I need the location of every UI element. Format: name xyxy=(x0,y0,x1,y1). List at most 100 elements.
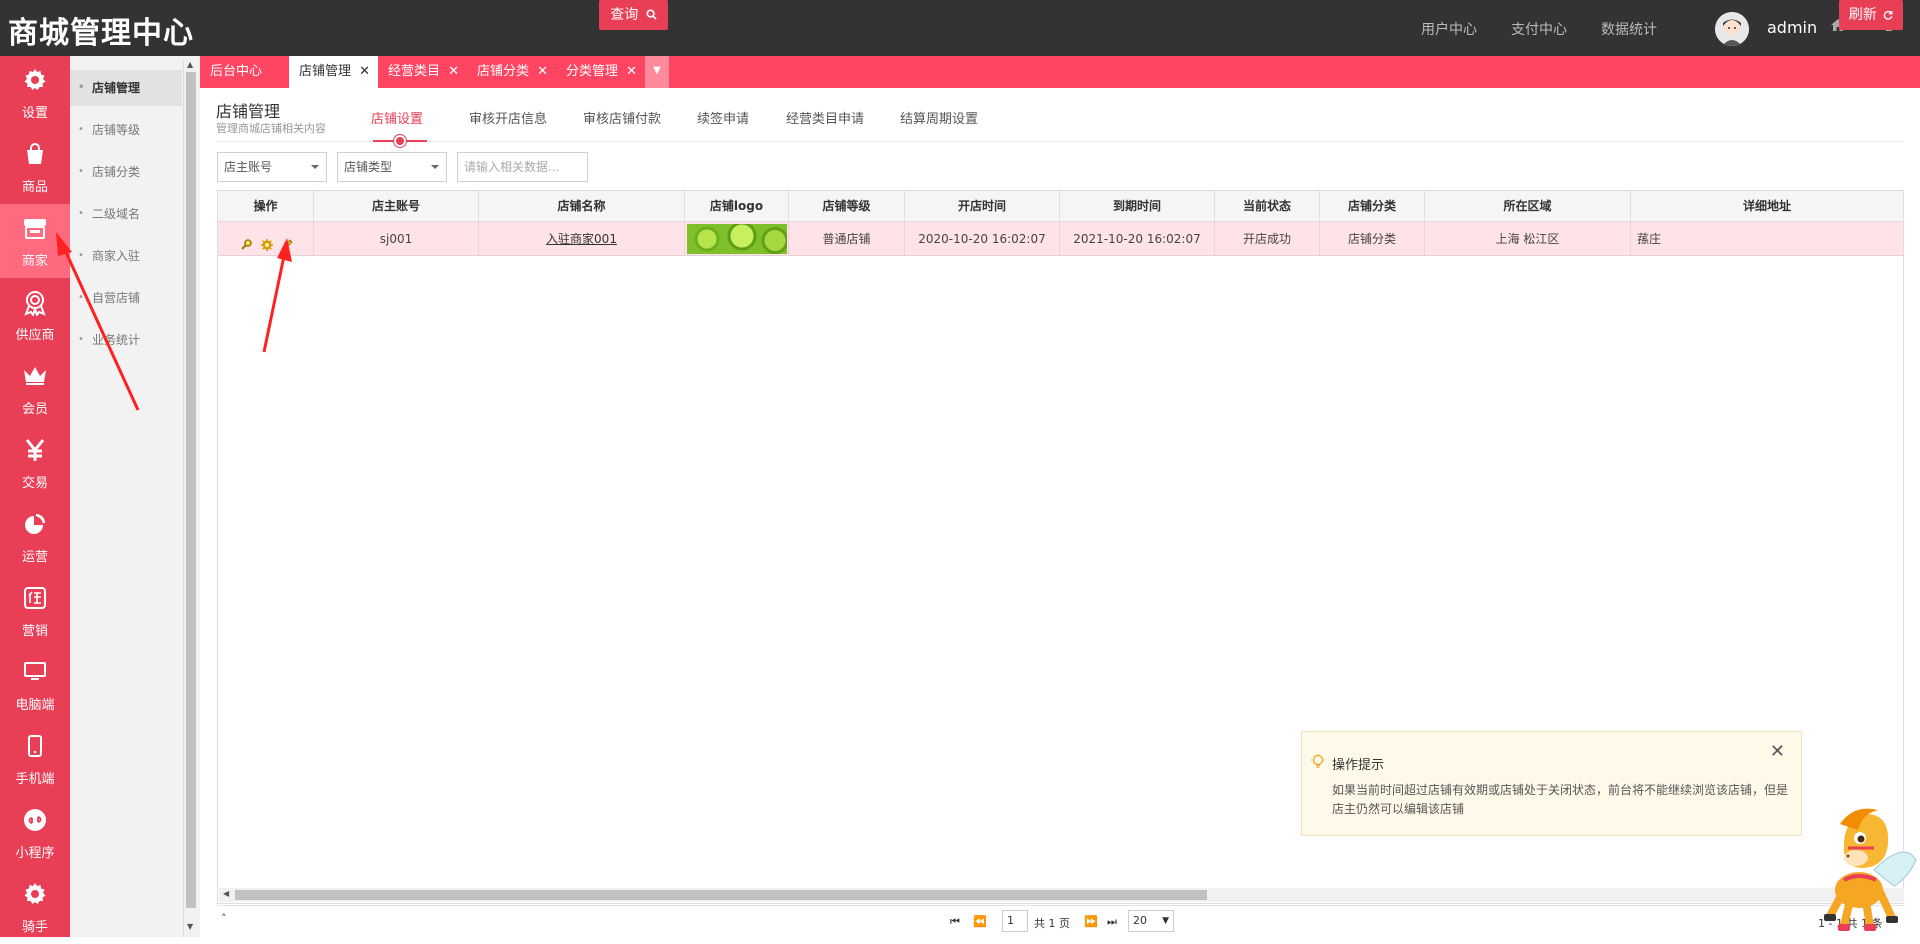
nav-label: 运营 xyxy=(21,550,48,565)
nav-suppliers[interactable]: 供应商 xyxy=(0,278,70,352)
column-header[interactable]: 店铺分类 xyxy=(1320,191,1425,221)
subtab-review-payment[interactable]: 审核店铺付款 xyxy=(583,108,661,127)
column-header[interactable]: 店铺等级 xyxy=(789,191,905,221)
nav-rider[interactable]: 骑手 xyxy=(0,870,70,944)
tab-business-category[interactable]: 经营类目 ✕ xyxy=(378,56,467,88)
column-header[interactable]: 所在区域 xyxy=(1425,191,1631,221)
subtab-settlement-cycle[interactable]: 结算周期设置 xyxy=(900,108,978,127)
close-icon[interactable]: ✕ xyxy=(537,56,548,88)
tab-label: 店铺分类 xyxy=(477,64,530,79)
scroll-left-icon[interactable]: ◀ xyxy=(223,889,229,898)
column-header[interactable]: 店主账号 xyxy=(314,191,479,221)
close-icon[interactable]: ✕ xyxy=(1770,741,1785,762)
topnav-payment-center[interactable]: 支付中心 xyxy=(1511,19,1567,39)
nav-operations[interactable]: 运营 xyxy=(0,500,70,574)
page-subtitle: 管理商城店铺相关内容 xyxy=(216,122,326,135)
crown-icon xyxy=(0,364,70,392)
refresh-icon xyxy=(1883,10,1893,20)
store-logo-image[interactable] xyxy=(687,224,787,254)
nav-label: 交易 xyxy=(21,476,48,491)
store-type-select[interactable]: 店铺类型 xyxy=(337,152,447,182)
close-icon[interactable]: ✕ xyxy=(359,56,370,88)
owner-account-select[interactable]: 店主账号 xyxy=(217,152,327,182)
tab-store-category[interactable]: 店铺分类 ✕ xyxy=(467,56,556,88)
nav-label: 骑手 xyxy=(21,920,48,935)
nav-marketing[interactable]: 营销 xyxy=(0,574,70,648)
edit-icon[interactable] xyxy=(280,231,294,251)
column-header[interactable]: 详细地址 xyxy=(1631,191,1903,221)
top-bar: 商城管理中心 用户中心 支付中心 数据统计 admin xyxy=(0,0,1920,56)
subtab-store-settings[interactable]: 店铺设置 xyxy=(371,108,423,127)
column-header[interactable]: 当前状态 xyxy=(1215,191,1320,221)
tab-store-management[interactable]: 店铺管理 ✕ xyxy=(289,56,378,88)
subtab-renewal[interactable]: 续签申请 xyxy=(697,108,749,127)
subnav-secondary-domain[interactable]: 二级域名 xyxy=(70,196,182,232)
nav-label: 手机端 xyxy=(15,772,55,787)
table-row[interactable]: sj001 入驻商家001 普通店铺 2020-10-20 16:02:07 2… xyxy=(218,222,1903,256)
query-button[interactable]: 查询 xyxy=(599,0,668,30)
collapse-up-icon[interactable]: ˄ xyxy=(221,912,227,925)
promo-icon xyxy=(0,586,70,614)
subnav-store-category[interactable]: 店铺分类 xyxy=(70,154,182,190)
column-header[interactable]: 开店时间 xyxy=(905,191,1060,221)
sidebar-scrollbar[interactable]: ▲ ▼ xyxy=(183,60,197,937)
page-size-select[interactable]: 20 ▼ xyxy=(1128,910,1174,932)
tabs-dropdown-icon[interactable]: ▼ xyxy=(645,56,669,88)
shopping-bag-icon xyxy=(0,142,70,170)
column-header[interactable]: 店铺名称 xyxy=(479,191,685,221)
subnav-merchant-entry[interactable]: 商家入驻 xyxy=(70,238,182,274)
avatar[interactable] xyxy=(1715,12,1749,46)
view-icon[interactable] xyxy=(240,231,254,250)
nav-trade[interactable]: 交易 xyxy=(0,426,70,500)
page-number-input[interactable]: 1 xyxy=(1002,910,1028,932)
scrollbar-thumb[interactable] xyxy=(186,72,196,908)
subtab-category-apply[interactable]: 经营类目申请 xyxy=(786,108,864,127)
user-name[interactable]: admin xyxy=(1767,18,1817,37)
topnav-data-stats[interactable]: 数据统计 xyxy=(1601,19,1657,39)
gear-icon xyxy=(0,882,70,910)
nav-settings[interactable]: 设置 xyxy=(0,56,70,130)
nav-label: 供应商 xyxy=(15,328,55,343)
scrollbar-thumb[interactable] xyxy=(235,890,1207,900)
pie-chart-icon xyxy=(0,512,70,540)
store-icon xyxy=(0,216,70,244)
phone-icon xyxy=(0,734,70,762)
subnav-self-operated[interactable]: 自营店铺 xyxy=(70,280,182,316)
nav-members[interactable]: 会员 xyxy=(0,352,70,426)
refresh-button[interactable]: 刷新 xyxy=(1839,0,1903,30)
store-name-link[interactable]: 入驻商家001 xyxy=(479,222,685,256)
nav-label: 会员 xyxy=(21,402,48,417)
tab-label: 店铺管理 xyxy=(299,64,352,79)
next-page-icon[interactable]: ⏩ xyxy=(1084,915,1098,928)
subtab-review-open[interactable]: 审核开店信息 xyxy=(469,108,547,127)
miniprogram-icon xyxy=(0,808,70,836)
tab-category-management[interactable]: 分类管理 ✕ xyxy=(556,56,645,88)
header-divider xyxy=(216,141,1904,142)
status-cell: 开店成功 xyxy=(1215,222,1320,256)
subnav-store-level[interactable]: 店铺等级 xyxy=(70,112,182,148)
close-icon[interactable]: ✕ xyxy=(626,56,637,88)
nav-miniprogram[interactable]: 小程序 xyxy=(0,796,70,870)
mascot-horse-image[interactable] xyxy=(1804,800,1920,937)
scroll-down-icon[interactable]: ▼ xyxy=(187,922,193,931)
subnav-store-management[interactable]: 店铺管理 xyxy=(70,70,182,106)
first-page-icon[interactable]: ⏮ xyxy=(950,915,960,929)
prev-page-icon[interactable]: ⏪ xyxy=(973,915,987,928)
last-page-icon[interactable]: ⏭ xyxy=(1107,915,1117,929)
settings-icon[interactable] xyxy=(260,231,274,251)
nav-merchants[interactable]: 商家 xyxy=(0,204,70,278)
tip-title: 操作提示 xyxy=(1332,758,1385,773)
nav-mobile[interactable]: 手机端 xyxy=(0,722,70,796)
topnav-user-center[interactable]: 用户中心 xyxy=(1421,19,1477,39)
scroll-up-icon[interactable]: ▲ xyxy=(187,60,193,69)
search-input[interactable] xyxy=(457,152,588,182)
subnav-business-stats[interactable]: 业务统计 xyxy=(70,322,182,358)
column-header[interactable]: 店铺logo xyxy=(685,191,789,221)
nav-pc[interactable]: 电脑端 xyxy=(0,648,70,722)
tab-dashboard[interactable]: 后台中心 xyxy=(200,56,289,88)
table-horizontal-scrollbar[interactable]: ◀ xyxy=(219,888,1904,902)
column-header[interactable]: 操作 xyxy=(218,191,314,221)
nav-products[interactable]: 商品 xyxy=(0,130,70,204)
column-header[interactable]: 到期时间 xyxy=(1060,191,1215,221)
close-icon[interactable]: ✕ xyxy=(448,56,459,88)
